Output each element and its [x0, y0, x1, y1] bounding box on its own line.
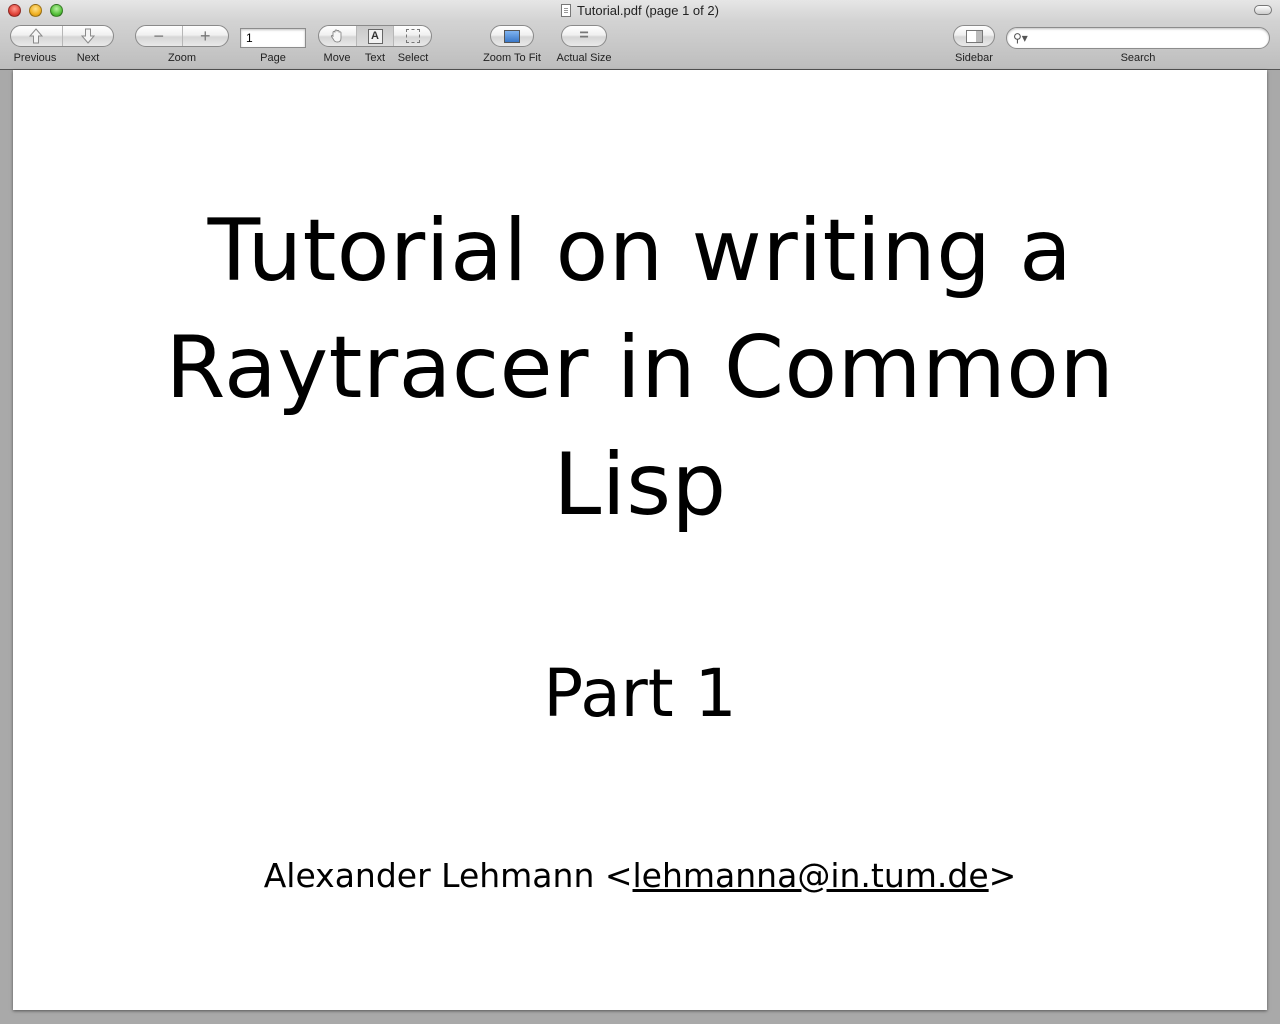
author-email-link[interactable]: lehmanna@in.tum.de	[633, 856, 989, 895]
zoom-in-button[interactable]: +	[181, 25, 229, 46]
actual-size-control: =	[561, 25, 607, 47]
move-tool-button[interactable]	[319, 26, 356, 46]
slide-title: Tutorial on writing a Raytracer in Commo…	[13, 193, 1267, 544]
preview-window: Tutorial.pdf (page 1 of 2) Previous Next…	[0, 0, 1280, 1024]
sidebar-button[interactable]	[954, 26, 994, 46]
previous-button[interactable]	[11, 26, 62, 46]
search-input[interactable]	[1033, 30, 1265, 48]
move-label: Move	[323, 52, 351, 64]
pdf-page: Tutorial on writing a Raytracer in Commo…	[13, 70, 1267, 1010]
search-field[interactable]: ⚲▾	[1006, 27, 1270, 49]
text-tool-icon: A	[367, 28, 383, 44]
slide-title-line-2: Raytracer in Common	[165, 318, 1115, 418]
slide-title-line-1: Tutorial on writing a	[207, 201, 1073, 301]
sidebar-icon	[965, 29, 983, 43]
marquee-select-icon	[405, 29, 420, 43]
text-label: Text	[364, 52, 386, 64]
arrow-down-icon	[80, 28, 95, 44]
actual-size-icon: =	[579, 27, 589, 44]
author-suffix: >	[988, 856, 1017, 895]
actual-size-button[interactable]: =	[562, 26, 606, 46]
search-label: Search	[1120, 52, 1156, 64]
zoom-out-button[interactable]: −	[136, 26, 182, 46]
tool-mode-control: A	[318, 25, 432, 47]
toolbar-toggle-button[interactable]	[1254, 5, 1272, 15]
window-title: Tutorial.pdf (page 1 of 2)	[0, 2, 1280, 20]
plus-icon: +	[199, 25, 211, 46]
slide-title-line-3: Lisp	[553, 435, 727, 535]
pdf-document-icon	[561, 4, 572, 17]
zoom-to-fit-button[interactable]	[491, 26, 533, 46]
slide-part: Part 1	[543, 655, 737, 732]
arrow-up-icon	[29, 28, 44, 44]
hand-icon	[331, 29, 342, 43]
next-button[interactable]	[61, 26, 114, 46]
previous-label: Previous	[13, 52, 57, 64]
actual-size-label: Actual Size	[556, 52, 612, 64]
search-icon: ⚲▾	[1013, 31, 1028, 45]
zoom-to-fit-control	[490, 25, 534, 47]
author-name: Alexander Lehmann <	[263, 856, 633, 895]
page-label: Page	[260, 52, 286, 64]
zoom-to-fit-label: Zoom To Fit	[483, 52, 541, 64]
zoom-label: Zoom	[167, 52, 197, 64]
document-viewport[interactable]: Tutorial on writing a Raytracer in Commo…	[0, 70, 1280, 1024]
slide-author: Alexander Lehmann <lehmanna@in.tum.de>	[13, 854, 1267, 898]
window-chrome: Tutorial.pdf (page 1 of 2) Previous Next…	[0, 0, 1280, 70]
select-label: Select	[397, 52, 429, 64]
sidebar-label: Sidebar	[955, 52, 993, 64]
zoom-control: − +	[135, 25, 229, 47]
sidebar-control	[953, 25, 995, 47]
previous-next-control	[10, 25, 114, 47]
zoom-to-fit-icon	[504, 29, 520, 43]
next-label: Next	[76, 52, 100, 64]
window-title-text: Tutorial.pdf (page 1 of 2)	[577, 3, 719, 18]
minus-icon: −	[153, 25, 164, 46]
page-number-input[interactable]	[240, 28, 306, 48]
select-tool-button[interactable]	[393, 26, 431, 46]
text-tool-button[interactable]: A	[355, 26, 394, 46]
